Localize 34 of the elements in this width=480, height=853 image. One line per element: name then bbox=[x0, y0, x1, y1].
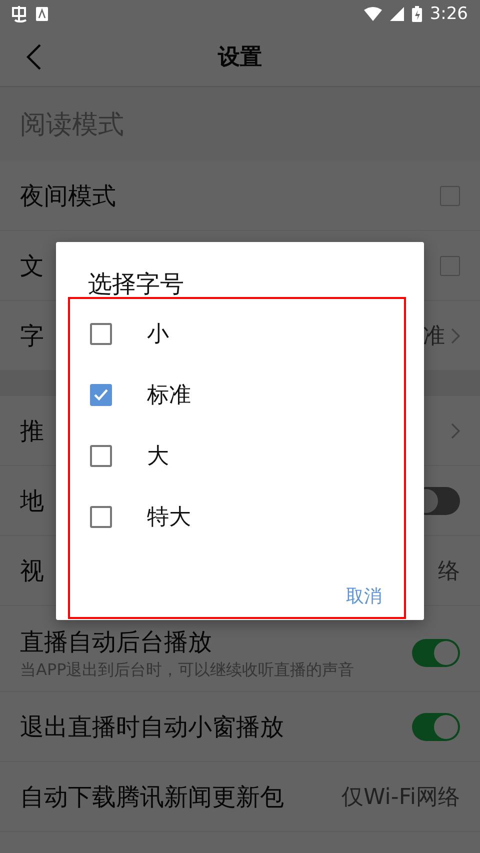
setting-value: 络 bbox=[438, 558, 460, 586]
option-label[interactable]: 特大 bbox=[147, 502, 191, 532]
clock: 3:26 bbox=[430, 4, 468, 24]
setting-value: 准 bbox=[423, 322, 445, 350]
toggle-switch[interactable] bbox=[412, 639, 460, 667]
signal-icon bbox=[390, 7, 404, 21]
toggle-switch[interactable] bbox=[412, 712, 460, 740]
setting-label: 退出直播时自动小窗播放 bbox=[20, 712, 284, 742]
checkmark-icon bbox=[94, 388, 108, 400]
app-notification-icon bbox=[10, 5, 28, 23]
wifi-icon bbox=[364, 7, 382, 21]
option-label[interactable]: 标准 bbox=[147, 380, 191, 410]
checkbox[interactable] bbox=[440, 256, 460, 276]
keyboard-icon bbox=[36, 7, 48, 21]
setting-label: 文 bbox=[20, 250, 44, 282]
page-title: 设置 bbox=[218, 44, 262, 72]
checkbox[interactable] bbox=[90, 322, 112, 344]
setting-value: 仅Wi-Fi网络 bbox=[342, 784, 460, 812]
checkbox[interactable] bbox=[90, 384, 112, 406]
checkbox[interactable] bbox=[90, 506, 112, 528]
setting-label: 地 bbox=[20, 486, 44, 516]
setting-label: 推 bbox=[20, 416, 44, 446]
battery-icon bbox=[412, 6, 422, 22]
setting-label: 直播自动后台播放 bbox=[20, 627, 212, 658]
option-label[interactable]: 大 bbox=[147, 440, 169, 470]
option-label[interactable]: 小 bbox=[147, 318, 169, 348]
dialog-title: 选择字号 bbox=[88, 269, 184, 300]
setting-label: 自动下载腾讯新闻更新包 bbox=[20, 782, 284, 812]
checkbox[interactable] bbox=[90, 444, 112, 466]
checkbox[interactable] bbox=[440, 186, 460, 206]
back-icon[interactable] bbox=[26, 44, 42, 70]
setting-label: 字 bbox=[20, 320, 44, 352]
setting-label: 视 bbox=[20, 556, 44, 586]
setting-label: 夜间模式 bbox=[20, 180, 116, 212]
